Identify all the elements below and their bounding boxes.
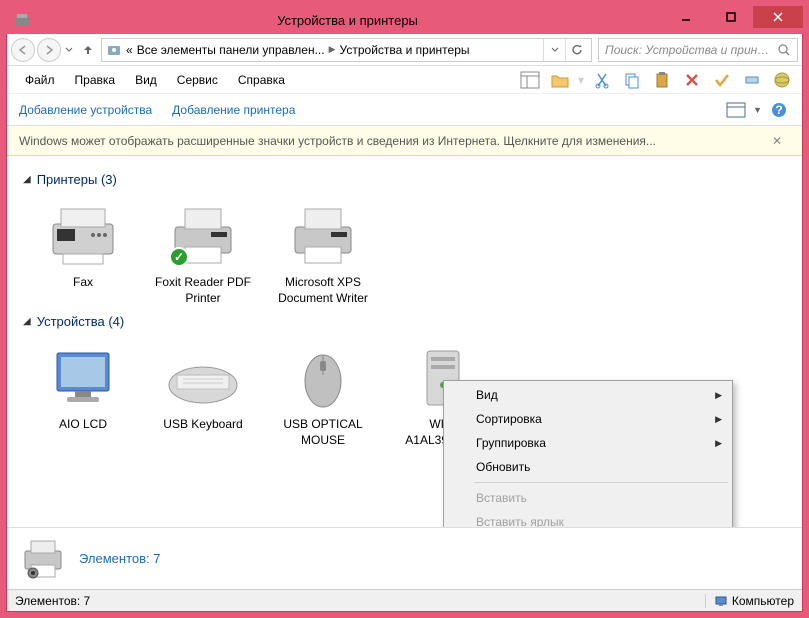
ctx-paste-shortcut: Вставить ярлык [446,510,730,527]
ctx-sort[interactable]: Сортировка▶ [446,407,730,431]
collapse-arrow-icon: ◢ [23,316,31,327]
device-label: AIO LCD [33,417,133,433]
cut-icon[interactable] [590,68,614,92]
window-icon [12,10,32,30]
device-fax[interactable]: Fax [33,199,133,306]
svg-text:?: ? [775,103,782,117]
device-label: USB Keyboard [153,417,253,433]
printers-group-header[interactable]: ◢ Принтеры (3) [23,172,786,187]
device-label: Fax [33,275,133,291]
titlebar: Устройства и принтеры [6,6,803,34]
status-location: Компьютер [705,594,794,608]
maximize-button[interactable] [708,6,753,28]
submenu-arrow-icon: ▶ [715,390,722,401]
window-controls [663,6,803,34]
ctx-refresh[interactable]: Обновить [446,455,730,479]
device-monitor[interactable]: AIO LCD [33,341,133,448]
menu-separator [474,482,728,483]
command-bar: Добавление устройства Добавление принтер… [7,94,802,126]
refresh-button[interactable] [565,39,587,61]
context-menu: Вид▶ Сортировка▶ Группировка▶ Обновить В… [443,380,733,527]
printers-group-title: Принтеры (3) [37,172,117,187]
computer-icon [714,594,728,608]
back-button[interactable] [11,38,35,62]
control-panel-icon [106,42,122,58]
globe-icon[interactable] [770,68,794,92]
paste-icon[interactable] [650,68,674,92]
window-title: Устройства и принтеры [32,13,663,28]
ctx-view[interactable]: Вид▶ [446,383,730,407]
device-foxit-printer[interactable]: ✓ Foxit Reader PDF Printer [153,199,253,306]
menu-service[interactable]: Сервис [167,69,228,91]
status-count: Элементов: 7 [15,594,705,608]
search-icon [777,43,791,57]
info-bar[interactable]: Windows может отображать расширенные зна… [7,126,802,156]
submenu-arrow-icon: ▶ [715,438,722,449]
menu-edit[interactable]: Правка [65,69,126,91]
layout-icon[interactable] [518,68,542,92]
status-bar: Элементов: 7 Компьютер [7,589,802,611]
explorer-window: Устройства и принтеры [6,6,803,612]
rename-icon[interactable] [740,68,764,92]
devices-group-title: Устройства (4) [37,314,125,329]
device-xps-writer[interactable]: Microsoft XPS Document Writer [273,199,373,306]
address-bar: « Все элементы панели управлен... ▶ Устр… [7,34,802,66]
checkmark-icon[interactable] [710,68,734,92]
dropdown-arrow-icon[interactable]: ▼ [753,105,762,115]
status-location-text: Компьютер [732,594,794,608]
breadcrumb-part-0[interactable]: Все элементы панели управлен... [137,43,325,57]
folder-icon[interactable] [548,68,572,92]
mouse-icon [283,341,363,411]
history-dropdown[interactable] [63,46,75,54]
minimize-button[interactable] [663,6,708,28]
address-dropdown[interactable] [543,39,565,61]
search-placeholder: Поиск: Устройства и принте... [605,43,777,57]
menu-bar: Файл Правка Вид Сервис Справка ▾ [7,66,802,94]
device-label: Foxit Reader PDF Printer [153,275,253,306]
forward-button[interactable] [37,38,61,62]
breadcrumb-field[interactable]: « Все элементы панели управлен... ▶ Устр… [101,38,592,62]
up-button[interactable] [77,39,99,61]
ctx-paste: Вставить [446,486,730,510]
menu-file[interactable]: Файл [15,69,65,91]
collapse-arrow-icon: ◢ [23,174,31,185]
device-mouse[interactable]: USB OPTICAL MOUSE [273,341,373,448]
add-printer-link[interactable]: Добавление принтера [172,103,295,117]
fax-icon [43,199,123,269]
chevron-right-icon[interactable]: ▶ [329,44,336,55]
ctx-grouping[interactable]: Группировка▶ [446,431,730,455]
submenu-arrow-icon: ▶ [715,414,722,425]
separator-icon: ▾ [578,73,584,87]
details-pane: Элементов: 7 [7,527,802,589]
delete-icon[interactable] [680,68,704,92]
device-keyboard[interactable]: USB Keyboard [153,341,253,448]
close-button[interactable] [753,6,803,28]
copy-icon[interactable] [620,68,644,92]
view-options-icon[interactable] [725,99,747,121]
menu-help[interactable]: Справка [228,69,295,91]
default-check-icon: ✓ [169,247,189,267]
info-bar-close[interactable]: ✕ [764,134,790,148]
breadcrumb-prefix: « [126,43,133,57]
details-printer-icon [19,535,67,583]
device-label: USB OPTICAL MOUSE [273,417,373,448]
monitor-icon [43,341,123,411]
details-count: Элементов: 7 [79,551,160,566]
printers-row: Fax ✓ Foxit Reader PDF Printer Microsoft… [23,199,786,306]
content-area: ◢ Принтеры (3) Fax ✓ Foxit Reader PDF Pr… [7,156,802,527]
toolbar-icons: ▾ [518,68,794,92]
info-bar-text: Windows может отображать расширенные зна… [19,134,764,148]
printer-icon [283,199,363,269]
keyboard-icon [163,341,243,411]
printer-icon: ✓ [163,199,243,269]
help-icon[interactable]: ? [768,99,790,121]
menu-view[interactable]: Вид [125,69,167,91]
device-label: Microsoft XPS Document Writer [273,275,373,306]
breadcrumb-part-1[interactable]: Устройства и принтеры [340,43,470,57]
devices-group-header[interactable]: ◢ Устройства (4) [23,314,786,329]
add-device-link[interactable]: Добавление устройства [19,103,152,117]
search-input[interactable]: Поиск: Устройства и принте... [598,38,798,62]
